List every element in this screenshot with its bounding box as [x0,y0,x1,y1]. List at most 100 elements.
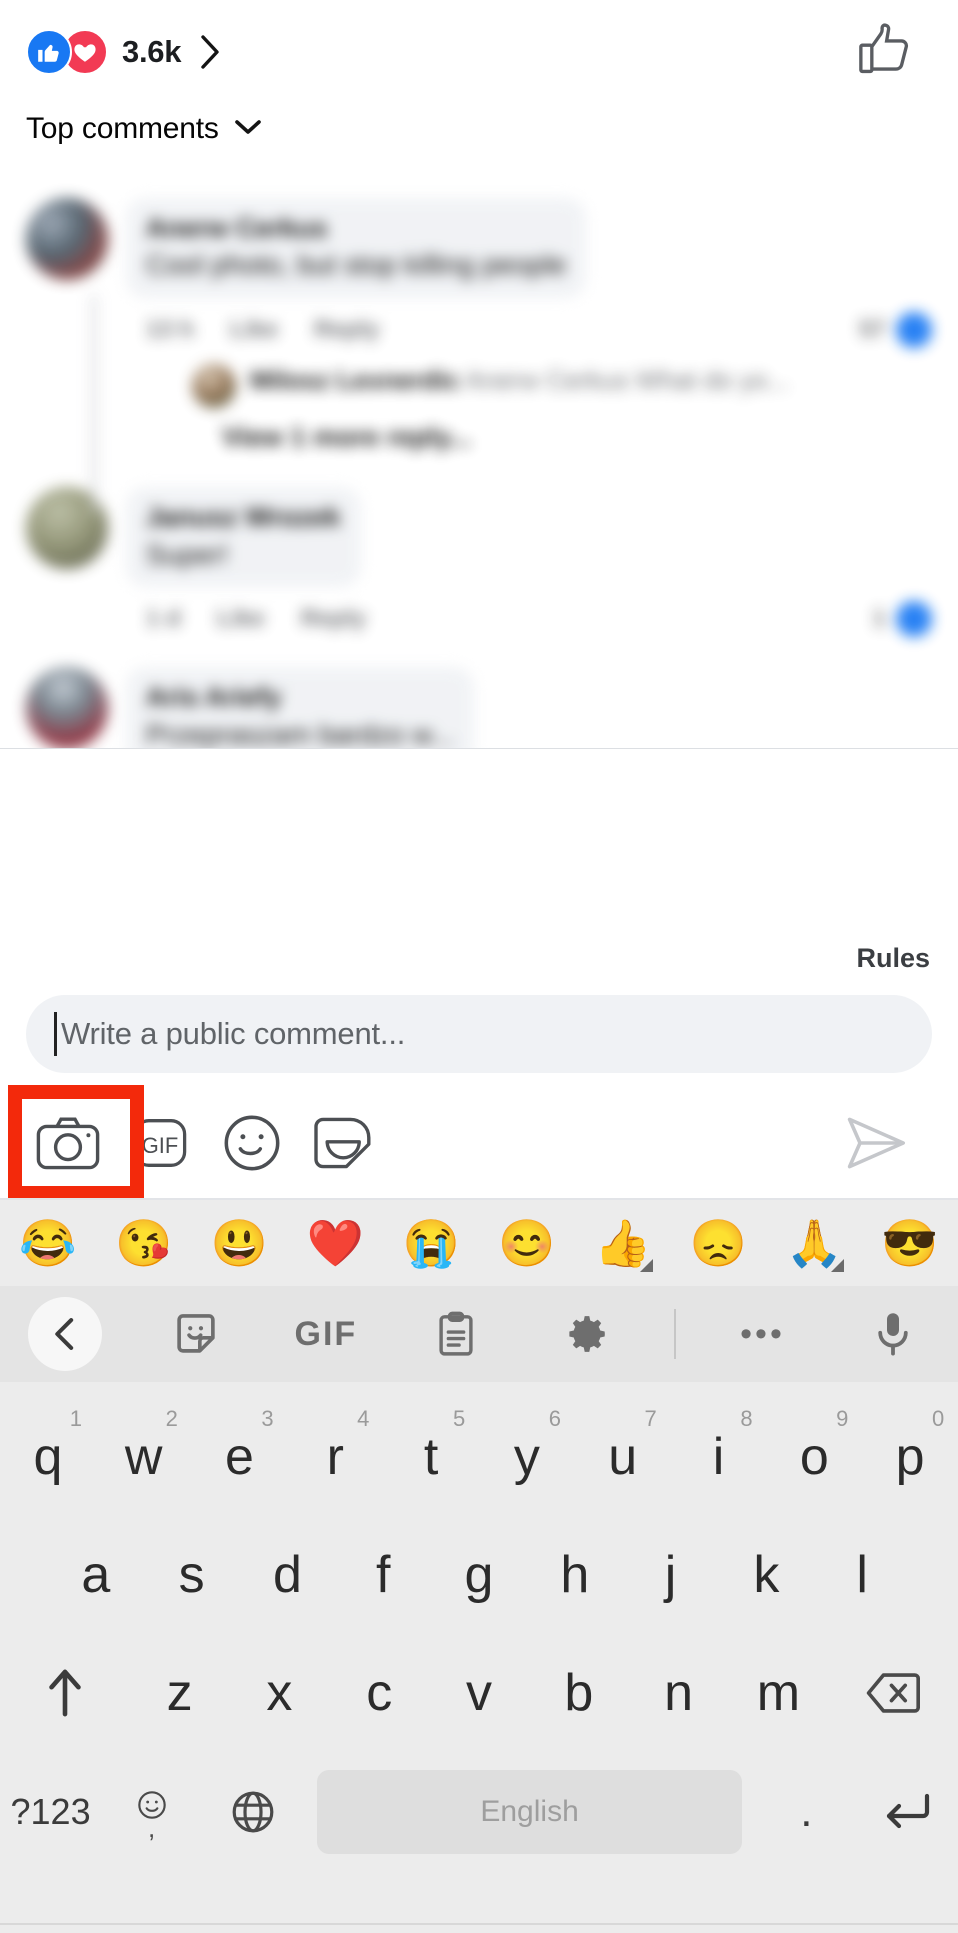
key-v[interactable]: v [429,1634,529,1752]
chevron-right-icon[interactable] [198,34,222,70]
key-y[interactable]: y 6 [479,1398,575,1516]
shift-arrow-up-icon[interactable] [0,1634,130,1752]
key-m[interactable]: m [729,1634,829,1752]
symbols-key-label: ?123 [10,1791,91,1832]
emoji-suggestion[interactable]: 😃 [192,1200,288,1286]
mini-like-icon [896,312,932,349]
key-g[interactable]: g [431,1516,527,1634]
key-u[interactable]: u 7 [575,1398,671,1516]
key-label: e [225,1428,254,1486]
gif-label: GIF [294,1314,358,1353]
emoji-suggestion[interactable]: 🙏 [766,1200,862,1286]
rules-row[interactable]: Rules [856,943,930,974]
key-e[interactable]: e 3 [192,1398,288,1516]
key-a[interactable]: a [48,1516,144,1634]
key-h[interactable]: h [527,1516,623,1634]
key-number-hint: 0 [931,1406,945,1431]
comment-item[interactable]: Aris Ariefy Przepraszam bardzo w... [26,667,932,748]
composer-divider [0,748,958,749]
send-paper-plane-icon[interactable] [830,1097,922,1189]
globe-language-icon[interactable] [202,1752,303,1872]
key-p[interactable]: p 0 [862,1398,958,1516]
key-r[interactable]: r 4 [287,1398,383,1516]
like-reaction-icon [26,29,72,75]
comment-like-button[interactable]: Like [230,316,278,344]
key-s[interactable]: s [144,1516,240,1634]
avatar [192,364,236,409]
comment-item[interactable]: Janusz Wrozek Super! 1 d Like Reply 1 [26,487,932,638]
view-more-replies-button[interactable]: View 1 more reply... [222,422,932,453]
reply-body: Anerw Cerkus What do yo... [465,365,789,396]
gif-icon[interactable]: GIF [261,1286,391,1382]
emoji-comma-icon[interactable]: , [101,1752,202,1872]
key-d[interactable]: d [240,1516,336,1634]
key-number-hint: 2 [165,1406,178,1431]
symbols-key[interactable]: ?123 [0,1752,101,1872]
period-key-label: . [800,1787,813,1836]
key-w[interactable]: w 2 [96,1398,192,1516]
key-o[interactable]: o 9 [766,1398,862,1516]
comment-like-button[interactable]: Like [217,605,265,633]
key-z[interactable]: z [130,1634,230,1752]
emoji-variant-marker [831,1259,845,1272]
comment-reply-button[interactable]: Reply [301,605,366,633]
microphone-icon[interactable] [828,1286,958,1382]
emoji-suggestion[interactable]: ❤️ [287,1200,383,1286]
more-options-icon[interactable]: ••• [697,1286,827,1382]
comment-actions: 1 d Like Reply 1 [126,587,932,638]
key-label: j [664,1546,677,1604]
key-f[interactable]: f [335,1516,431,1634]
keyboard-row-2: a s d f g h j k l [0,1516,958,1634]
gear-icon[interactable] [521,1286,651,1382]
emoji-glyph: 😭 [402,1217,460,1269]
clipboard-icon[interactable] [391,1286,521,1382]
key-label: w [124,1428,163,1486]
emoji-variant-marker [639,1259,653,1272]
sticker-icon[interactable] [130,1286,260,1382]
key-b[interactable]: b [529,1634,629,1752]
key-k[interactable]: k [718,1516,814,1634]
emoji-suggestion[interactable]: 😂 [0,1200,96,1286]
thumbs-up-outline-icon[interactable] [858,21,920,84]
space-key-label: English [480,1795,579,1828]
space-key[interactable]: English [317,1770,742,1854]
key-j[interactable]: j [623,1516,719,1634]
key-c[interactable]: c [329,1634,429,1752]
key-label: l [856,1546,868,1604]
key-i[interactable]: i 8 [671,1398,767,1516]
comments-list[interactable]: Anerw Cerkus Cool photo, but stop killin… [0,180,958,748]
key-label: b [564,1664,594,1722]
emoji-suggestion[interactable]: 😘 [96,1200,192,1286]
emoji-suggestion[interactable]: 😭 [383,1200,479,1286]
comment-item[interactable]: Anerw Cerkus Cool photo, but stop killin… [26,198,932,514]
key-label: g [464,1546,494,1604]
key-number-hint: 1 [69,1406,83,1431]
avatar[interactable] [26,198,108,280]
key-x[interactable]: x [230,1634,330,1752]
emoji-smiley-icon[interactable] [206,1097,298,1189]
back-chevron-icon[interactable] [0,1286,130,1382]
comment-input[interactable]: Write a public comment... [26,995,932,1073]
emoji-suggestion-strip[interactable]: 😂 😘 😃 ❤️ 😭 😊 👍 😞 🙏 😎 [0,1200,958,1286]
key-t[interactable]: t 5 [383,1398,479,1516]
emoji-suggestion[interactable]: 😊 [479,1200,575,1286]
reaction-count: 3.6k [122,34,182,69]
key-label: n [664,1664,694,1722]
key-q[interactable]: q 1 [0,1398,96,1516]
emoji-glyph: 😊 [498,1217,556,1269]
key-label: i [712,1428,725,1486]
emoji-suggestion[interactable]: 👍 [575,1200,671,1286]
comment-reply-item[interactable]: Milosz Lexnerdic Anerw Cerkus What do yo… [192,364,932,409]
emoji-suggestion[interactable]: 😎 [862,1200,958,1286]
reaction-summary[interactable]: 3.6k [26,29,222,75]
period-key[interactable]: . [756,1752,857,1872]
sticker-icon[interactable] [298,1097,390,1189]
emoji-suggestion[interactable]: 😞 [671,1200,767,1286]
comment-sort-selector[interactable]: Top comments [26,112,263,146]
avatar[interactable] [26,667,108,748]
key-l[interactable]: l [814,1516,910,1634]
backspace-icon[interactable] [828,1634,958,1752]
enter-return-icon[interactable] [857,1752,958,1872]
comment-reply-button[interactable]: Reply [314,316,379,344]
key-n[interactable]: n [629,1634,729,1752]
